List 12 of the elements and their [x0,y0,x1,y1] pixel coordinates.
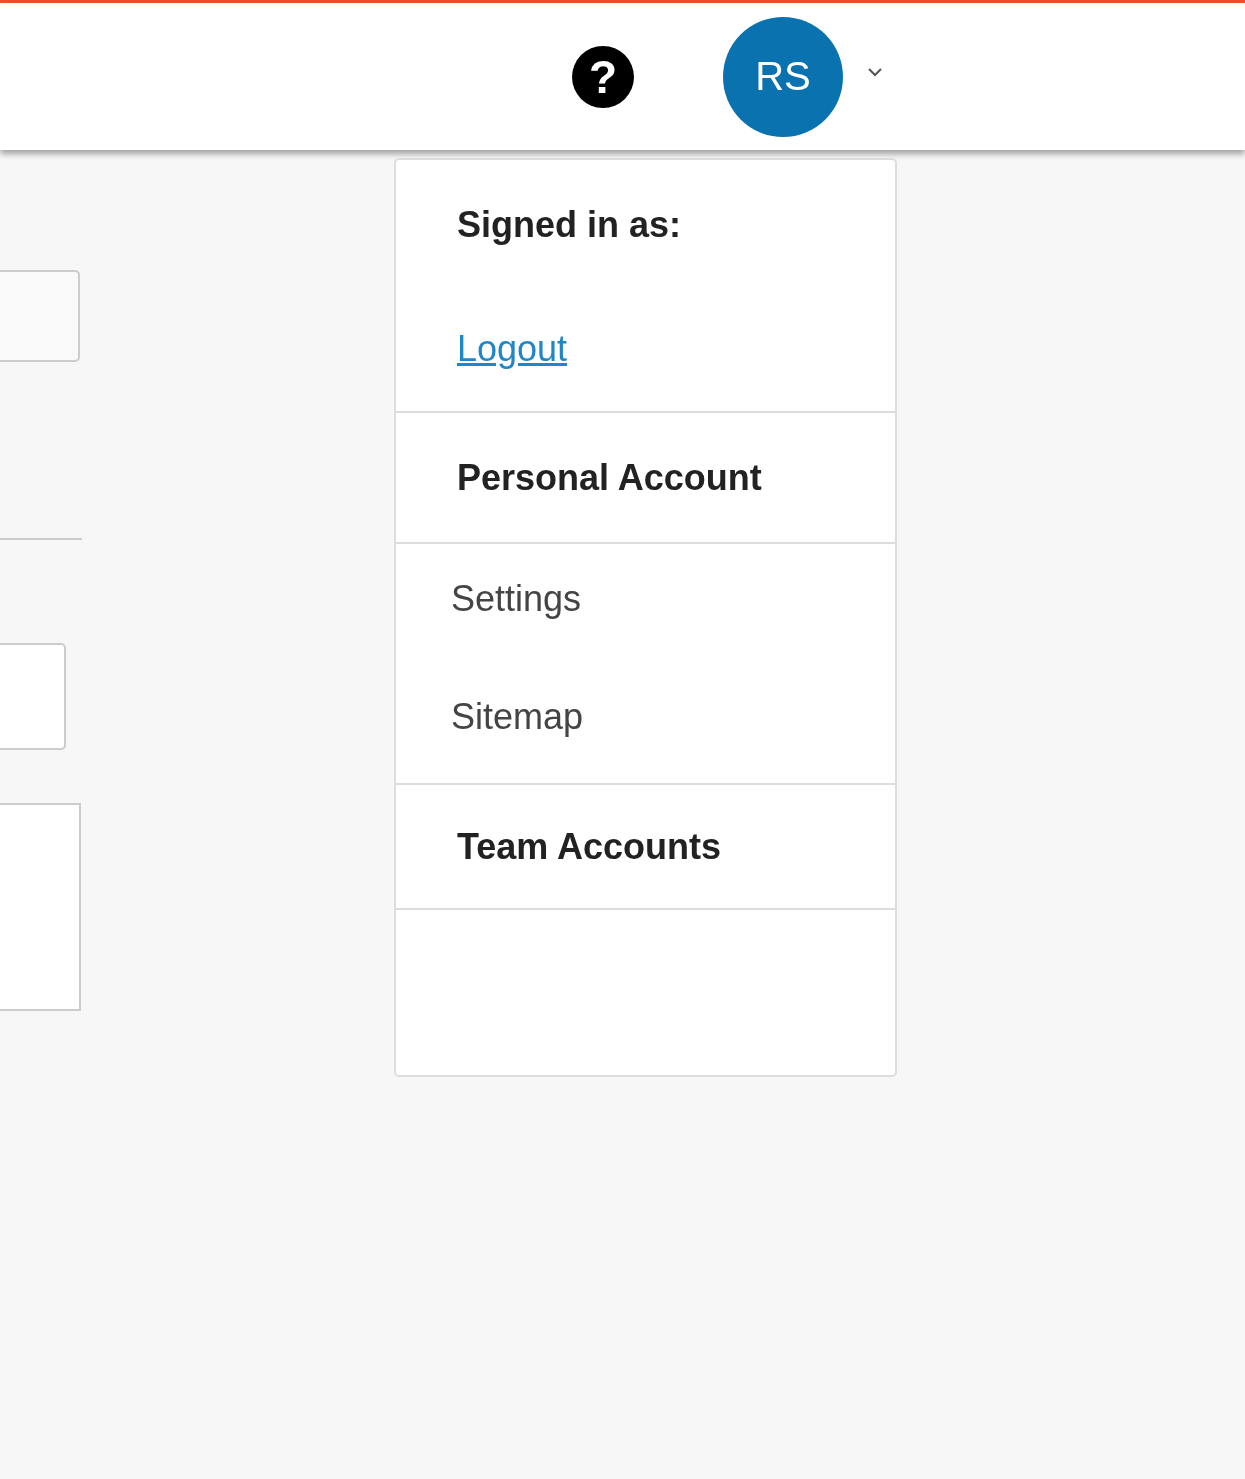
menu-item[interactable]: Settings [451,578,582,620]
menu-heading: Signed in as: [457,204,683,246]
input-field[interactable] [0,270,80,362]
menu-heading: Team Accounts [457,825,723,868]
input-field[interactable] [0,643,66,750]
menu-heading: Personal Account [457,456,763,499]
text-area[interactable] [0,803,81,1011]
menu-item[interactable]: Sitemap [451,696,584,738]
help-button[interactable]: ? [572,45,634,108]
logout-link[interactable]: Logout [457,328,568,370]
avatar-button[interactable]: RS [723,16,843,137]
chevron-down-icon[interactable] [865,65,885,78]
